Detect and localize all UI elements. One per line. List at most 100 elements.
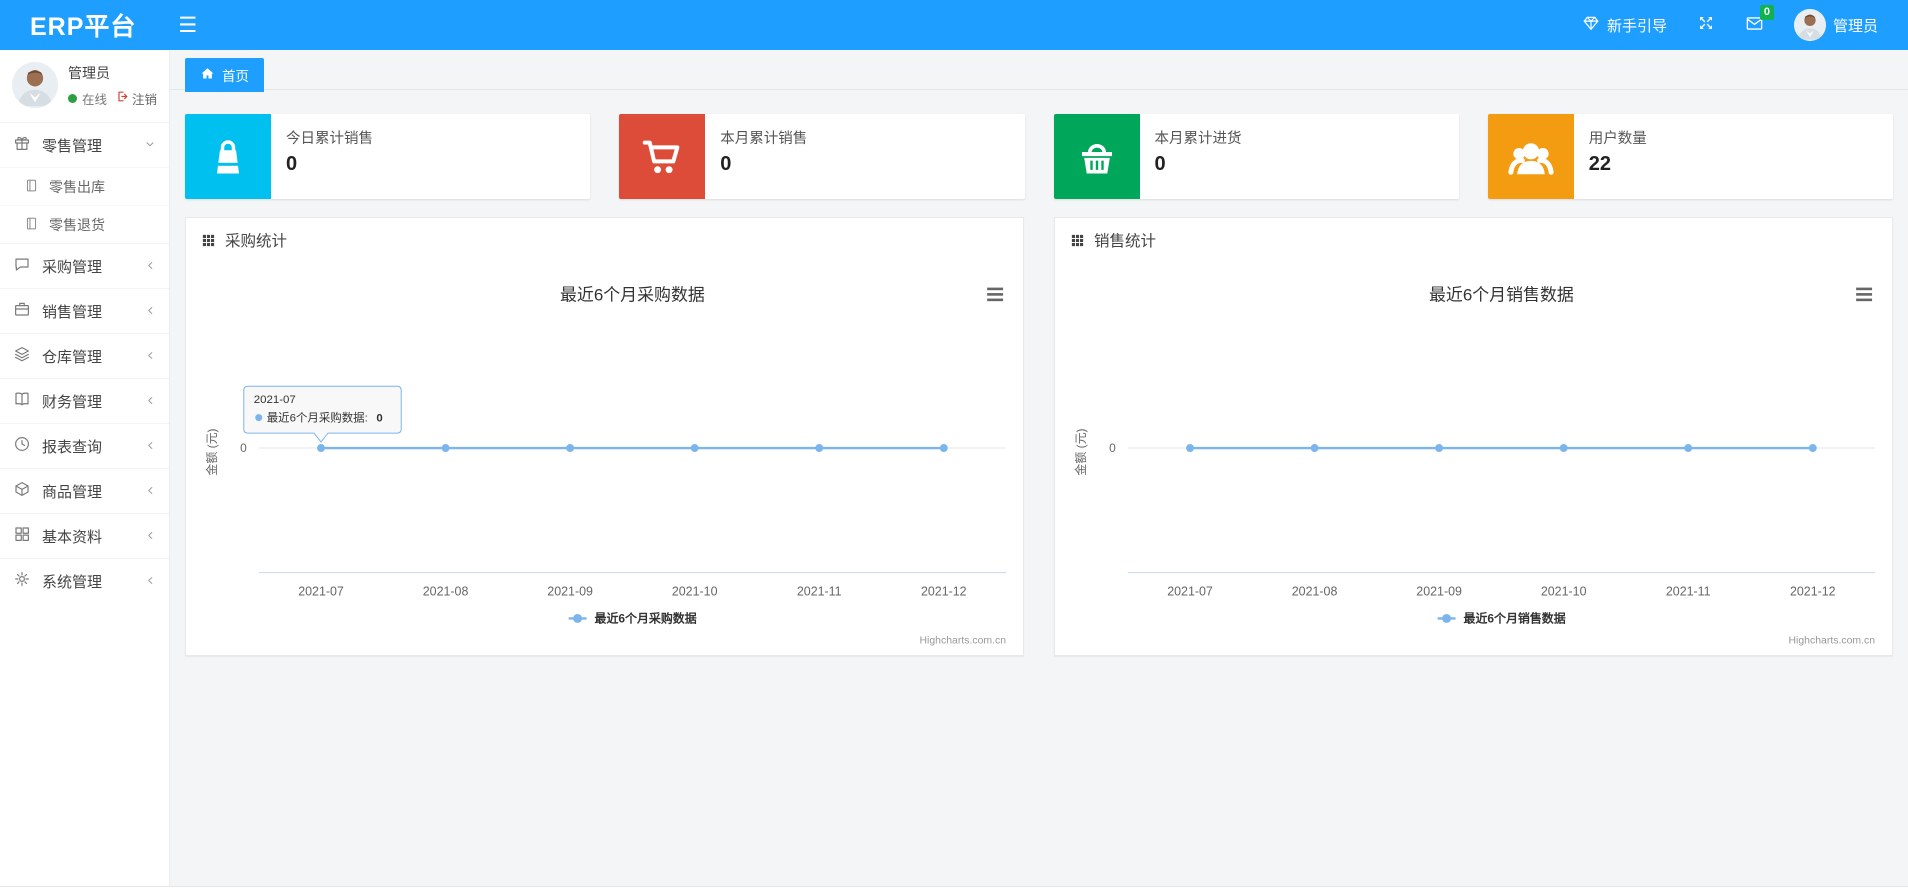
users-icon: [1487, 114, 1574, 199]
user-menu[interactable]: 管理员: [1793, 9, 1878, 41]
sidebar-item-label: 采购管理: [42, 258, 103, 276]
sidebar-item-basic[interactable]: 基本资料: [0, 513, 169, 558]
journal-icon: [24, 178, 39, 196]
chart-tooltip: 2021-07 最近6个月采购数据: 0: [243, 385, 402, 443]
y-axis-title: 金额 (元): [1073, 428, 1088, 475]
x-tick-label: 2021-11: [1666, 585, 1711, 599]
sidebar-item-warehouse[interactable]: 仓库管理: [0, 333, 169, 378]
gear-icon: [13, 570, 31, 592]
data-point[interactable]: [1435, 444, 1444, 453]
sidebar-subitem-label: 零售出库: [49, 178, 105, 195]
logout-label: 注销: [132, 92, 158, 107]
data-point[interactable]: [1310, 444, 1319, 453]
x-tick-label: 2021-10: [672, 585, 718, 599]
stat-card-label: 本月累计销售: [720, 131, 808, 147]
x-tick-label: 2021-09: [1416, 585, 1462, 599]
comment-icon: [13, 255, 31, 277]
data-point[interactable]: [317, 444, 326, 453]
th-icon: [201, 233, 216, 248]
stat-card-body: 用户数量 22: [1574, 114, 1662, 199]
purchase-stats-panel: 采购统计 最近6个月采购数据 金额 (元) 0 2021-07 2021-08 2021-0…: [185, 217, 1024, 656]
stat-card-label: 本月累计进货: [1154, 131, 1242, 147]
legend-label: 最近6个月销售数据: [1464, 610, 1566, 625]
sidebar-item-label: 销售管理: [42, 303, 103, 321]
chevron-left-icon: [145, 528, 156, 545]
sidebar-item-finance[interactable]: 财务管理: [0, 378, 169, 423]
sidebar-subitem-label: 零售退货: [49, 216, 105, 233]
guide-button[interactable]: 新手引导: [1582, 14, 1667, 36]
sidebar-avatar: [12, 62, 58, 108]
sidebar-menu: 零售管理零售出库零售退货采购管理销售管理仓库管理 财务管理报表查询商品管理基本资料…: [0, 122, 169, 603]
stat-card-label: 用户数量: [1588, 131, 1647, 147]
chevron-left-icon: [145, 573, 156, 590]
bag-icon: [185, 114, 271, 199]
gem-icon: [1582, 14, 1600, 36]
data-point[interactable]: [441, 444, 450, 453]
tooltip-series-label: 最近6个月采购数据:: [267, 411, 368, 425]
purchase-stats-panel-header: 采购统计: [186, 218, 1023, 262]
stat-card-user-count: 用户数量 22: [1487, 114, 1893, 199]
x-tick-label: 2021-08: [1292, 585, 1338, 599]
chevron-left-icon: [145, 303, 156, 320]
legend-item[interactable]: 最近6个月销售数据: [1437, 610, 1566, 625]
sidebar-item-retail[interactable]: 零售管理: [0, 122, 169, 167]
sidebar-item-system[interactable]: 系统管理: [0, 558, 169, 603]
logout-button[interactable]: 注销: [116, 89, 157, 108]
x-tick-label: 2021-10: [1541, 585, 1587, 599]
data-point[interactable]: [690, 444, 699, 453]
chart-export-menu-icon[interactable]: [987, 287, 1004, 302]
messages-button[interactable]: 0: [1745, 4, 1774, 37]
sidebar-item-report[interactable]: 报表查询: [0, 423, 169, 468]
fullscreen-button[interactable]: [1697, 14, 1715, 36]
data-point[interactable]: [1808, 444, 1817, 453]
clock-icon: [13, 435, 31, 457]
data-point[interactable]: [1684, 444, 1693, 453]
stat-card-value: 22: [1588, 153, 1611, 175]
legend-item[interactable]: 最近6个月采购数据: [568, 610, 697, 625]
chevron-left-icon: [145, 258, 156, 275]
data-point[interactable]: [815, 444, 824, 453]
x-tick-label: 2021-07: [1167, 585, 1213, 599]
th-large-icon: [13, 525, 31, 547]
y-tick-label: 0: [240, 441, 247, 455]
online-status-label: 在线: [82, 92, 108, 107]
chevron-left-icon: [145, 348, 156, 365]
sales-stats-chart: 最近6个月销售数据 金额 (元) 0 2021-07 2021-08 2021-09 202…: [1055, 262, 1892, 655]
chart-title: 最近6个月采购数据: [560, 286, 705, 305]
sidebar-toggle-icon[interactable]: ☰: [178, 15, 197, 36]
sidebar-item-purchase[interactable]: 采购管理: [0, 243, 169, 288]
panel-title: 销售统计: [1094, 233, 1157, 250]
stat-card-body: 今日累计销售 0: [271, 114, 388, 199]
data-point[interactable]: [1186, 444, 1195, 453]
chevron-down-icon: [144, 137, 156, 154]
book-icon: [13, 390, 31, 412]
data-point[interactable]: [1559, 444, 1568, 453]
sidebar-item-label: 报表查询: [42, 438, 103, 456]
sidebar-item-sales[interactable]: 销售管理: [0, 288, 169, 333]
submenu-retail: 零售出库 零售退货: [0, 167, 169, 243]
chevron-left-icon: [145, 483, 156, 500]
chart-export-menu-icon[interactable]: [1856, 287, 1873, 302]
sidebar-subitem-retail-out[interactable]: 零售出库: [0, 167, 169, 205]
briefcase-icon: [13, 300, 31, 322]
purchase-stats-chart: 最近6个月采购数据 金额 (元) 0 2021-07 2021-08 2021-09 202…: [186, 262, 1023, 655]
tooltip-x-label: 2021-07: [254, 394, 296, 406]
sidebar-item-label: 基本资料: [42, 528, 103, 546]
x-tick-label: 2021-08: [423, 585, 469, 599]
chart-watermark: Highcharts.com.cn: [919, 635, 1006, 646]
data-point[interactable]: [939, 444, 948, 453]
chart-watermark: Highcharts.com.cn: [1788, 635, 1875, 646]
chevron-left-icon: [145, 393, 156, 410]
chevron-left-icon: [145, 438, 156, 455]
breadcrumb: 首页: [170, 50, 1908, 92]
data-point[interactable]: [566, 444, 575, 453]
cube-icon: [13, 480, 31, 502]
sidebar-item-goods[interactable]: 商品管理: [0, 468, 169, 513]
stat-card-body: 本月累计进货 0: [1140, 114, 1257, 199]
sidebar-subitem-retail-return[interactable]: 零售退货: [0, 205, 169, 243]
sales-stats-panel: 销售统计 最近6个月销售数据 金额 (元) 0 2021-07 2021-08 2021-0…: [1054, 217, 1893, 656]
layers-icon: [13, 345, 31, 367]
gift-icon: [13, 134, 31, 156]
tab-home[interactable]: 首页: [185, 58, 264, 92]
message-count-badge: 0: [1759, 4, 1774, 20]
